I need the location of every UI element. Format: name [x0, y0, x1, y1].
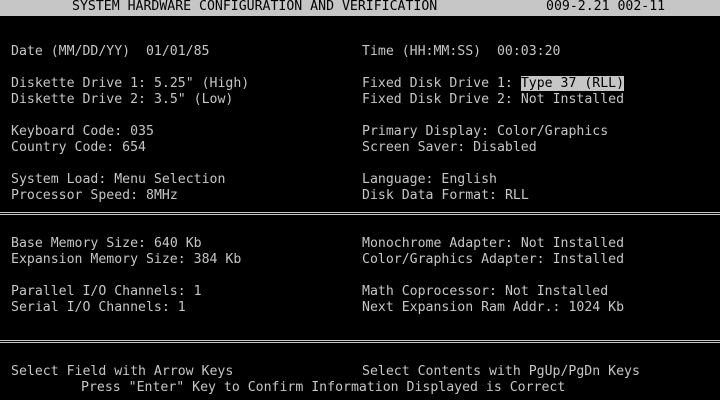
field-label: Fixed Disk Drive 2: — [362, 92, 513, 107]
field-label: Time (HH:MM:SS) — [362, 44, 482, 59]
field-time[interactable]: Time (HH:MM:SS) 00:03:20 — [362, 44, 561, 60]
field-date[interactable]: Date (MM/DD/YY) 01/01/85 — [11, 44, 210, 60]
field-value: 384 Kb — [193, 252, 242, 267]
field-label: Serial I/O Channels: — [11, 300, 170, 315]
field-expansion-memory: Expansion Memory Size: 384 Kb — [11, 252, 241, 268]
version-code: 009-2.21 002-11 — [546, 0, 666, 14]
field-system-load[interactable]: System Load: Menu Selection — [11, 172, 225, 188]
field-value[interactable]: 3.5" (Low) — [154, 92, 233, 107]
field-label: Country Code: — [11, 140, 115, 155]
field-keyboard-code[interactable]: Keyboard Code: 035 — [11, 124, 154, 140]
field-serial-io: Serial I/O Channels: 1 — [11, 300, 186, 316]
field-value[interactable]: Color/Graphics — [497, 124, 608, 139]
field-label: Parallel I/O Channels: — [11, 284, 186, 299]
field-value: Installed — [552, 252, 625, 267]
field-value[interactable]: 00:03:20 — [497, 44, 561, 59]
field-value-selected[interactable]: Type 37 (RLL) — [520, 76, 625, 91]
field-label: Keyboard Code: — [11, 124, 123, 139]
section-divider — [0, 212, 720, 215]
field-value: 640 Kb — [153, 236, 202, 251]
field-value: 1024 Kb — [568, 300, 625, 315]
confirm-instruction: Press "Enter" Key to Confirm Information… — [81, 380, 566, 395]
field-diskette-1[interactable]: Diskette Drive 1: 5.25" (High) — [11, 76, 249, 92]
field-value[interactable]: English — [441, 172, 497, 187]
field-fixed-disk-1[interactable]: Fixed Disk Drive 1: Type 37 (RLL) — [362, 76, 625, 92]
field-label: System Load: — [11, 172, 107, 187]
field-label: Date (MM/DD/YY) — [11, 44, 131, 59]
field-value[interactable]: Not Installed — [521, 92, 624, 107]
field-math-coprocessor: Math Coprocessor: Not Installed — [362, 284, 608, 300]
field-value: Not Installed — [504, 284, 609, 299]
field-label: Fixed Disk Drive 1: — [362, 76, 513, 91]
field-monochrome-adapter: Monochrome Adapter: Not Installed — [362, 236, 624, 252]
field-value: 1 — [177, 300, 186, 315]
field-label: Screen Saver: — [362, 140, 466, 155]
field-label: Language: — [362, 172, 434, 187]
field-label: Diskette Drive 1: — [11, 76, 146, 91]
hint-page-keys: Select Contents with PgUp/PgDn Keys — [362, 364, 640, 379]
field-label: Primary Display: — [362, 124, 490, 139]
field-value[interactable]: Disabled — [473, 140, 537, 155]
field-value[interactable]: 01/01/85 — [146, 44, 210, 59]
field-value[interactable]: 654 — [122, 140, 146, 155]
field-diskette-2[interactable]: Diskette Drive 2: 3.5" (Low) — [11, 92, 233, 108]
field-value[interactable]: 5.25" (High) — [154, 76, 249, 91]
field-processor-speed[interactable]: Processor Speed: 8MHz — [11, 188, 178, 204]
field-next-expansion-ram: Next Expansion Ram Addr.: 1024 Kb — [362, 300, 624, 316]
field-country-code[interactable]: Country Code: 654 — [11, 140, 146, 156]
field-disk-data-format[interactable]: Disk Data Format: RLL — [362, 188, 529, 204]
field-parallel-io: Parallel I/O Channels: 1 — [11, 284, 202, 300]
footer-divider — [0, 340, 720, 343]
field-base-memory: Base Memory Size: 640 Kb — [11, 236, 202, 252]
field-value: 1 — [193, 284, 202, 299]
bios-setup-screen: SYSTEM HARDWARE CONFIGURATION AND VERIFI… — [0, 0, 720, 400]
field-label: Monochrome Adapter: — [362, 236, 513, 251]
field-label: Expansion Memory Size: — [11, 252, 186, 267]
field-label: Diskette Drive 2: — [11, 92, 146, 107]
hint-arrow-keys: Select Field with Arrow Keys — [11, 364, 234, 379]
field-label: Math Coprocessor: — [362, 284, 497, 299]
field-value[interactable]: 035 — [130, 124, 154, 139]
field-fixed-disk-2[interactable]: Fixed Disk Drive 2: Not Installed — [362, 92, 624, 108]
field-value[interactable]: Menu Selection — [114, 172, 225, 187]
screen-title: SYSTEM HARDWARE CONFIGURATION AND VERIFI… — [72, 0, 438, 14]
field-value[interactable]: 8MHz — [146, 188, 178, 203]
field-color-graphics-adapter: Color/Graphics Adapter: Installed — [362, 252, 624, 268]
title-bar: SYSTEM HARDWARE CONFIGURATION AND VERIFI… — [0, 0, 720, 16]
field-screen-saver[interactable]: Screen Saver: Disabled — [362, 140, 537, 156]
field-label: Next Expansion Ram Addr.: — [362, 300, 561, 315]
field-value[interactable]: RLL — [505, 188, 529, 203]
field-label: Base Memory Size: — [11, 236, 146, 251]
field-label: Disk Data Format: — [362, 188, 497, 203]
field-language[interactable]: Language: English — [362, 172, 497, 188]
field-label: Processor Speed: — [11, 188, 139, 203]
field-value: Not Installed — [520, 236, 625, 251]
field-label: Color/Graphics Adapter: — [362, 252, 545, 267]
field-primary-display[interactable]: Primary Display: Color/Graphics — [362, 124, 608, 140]
